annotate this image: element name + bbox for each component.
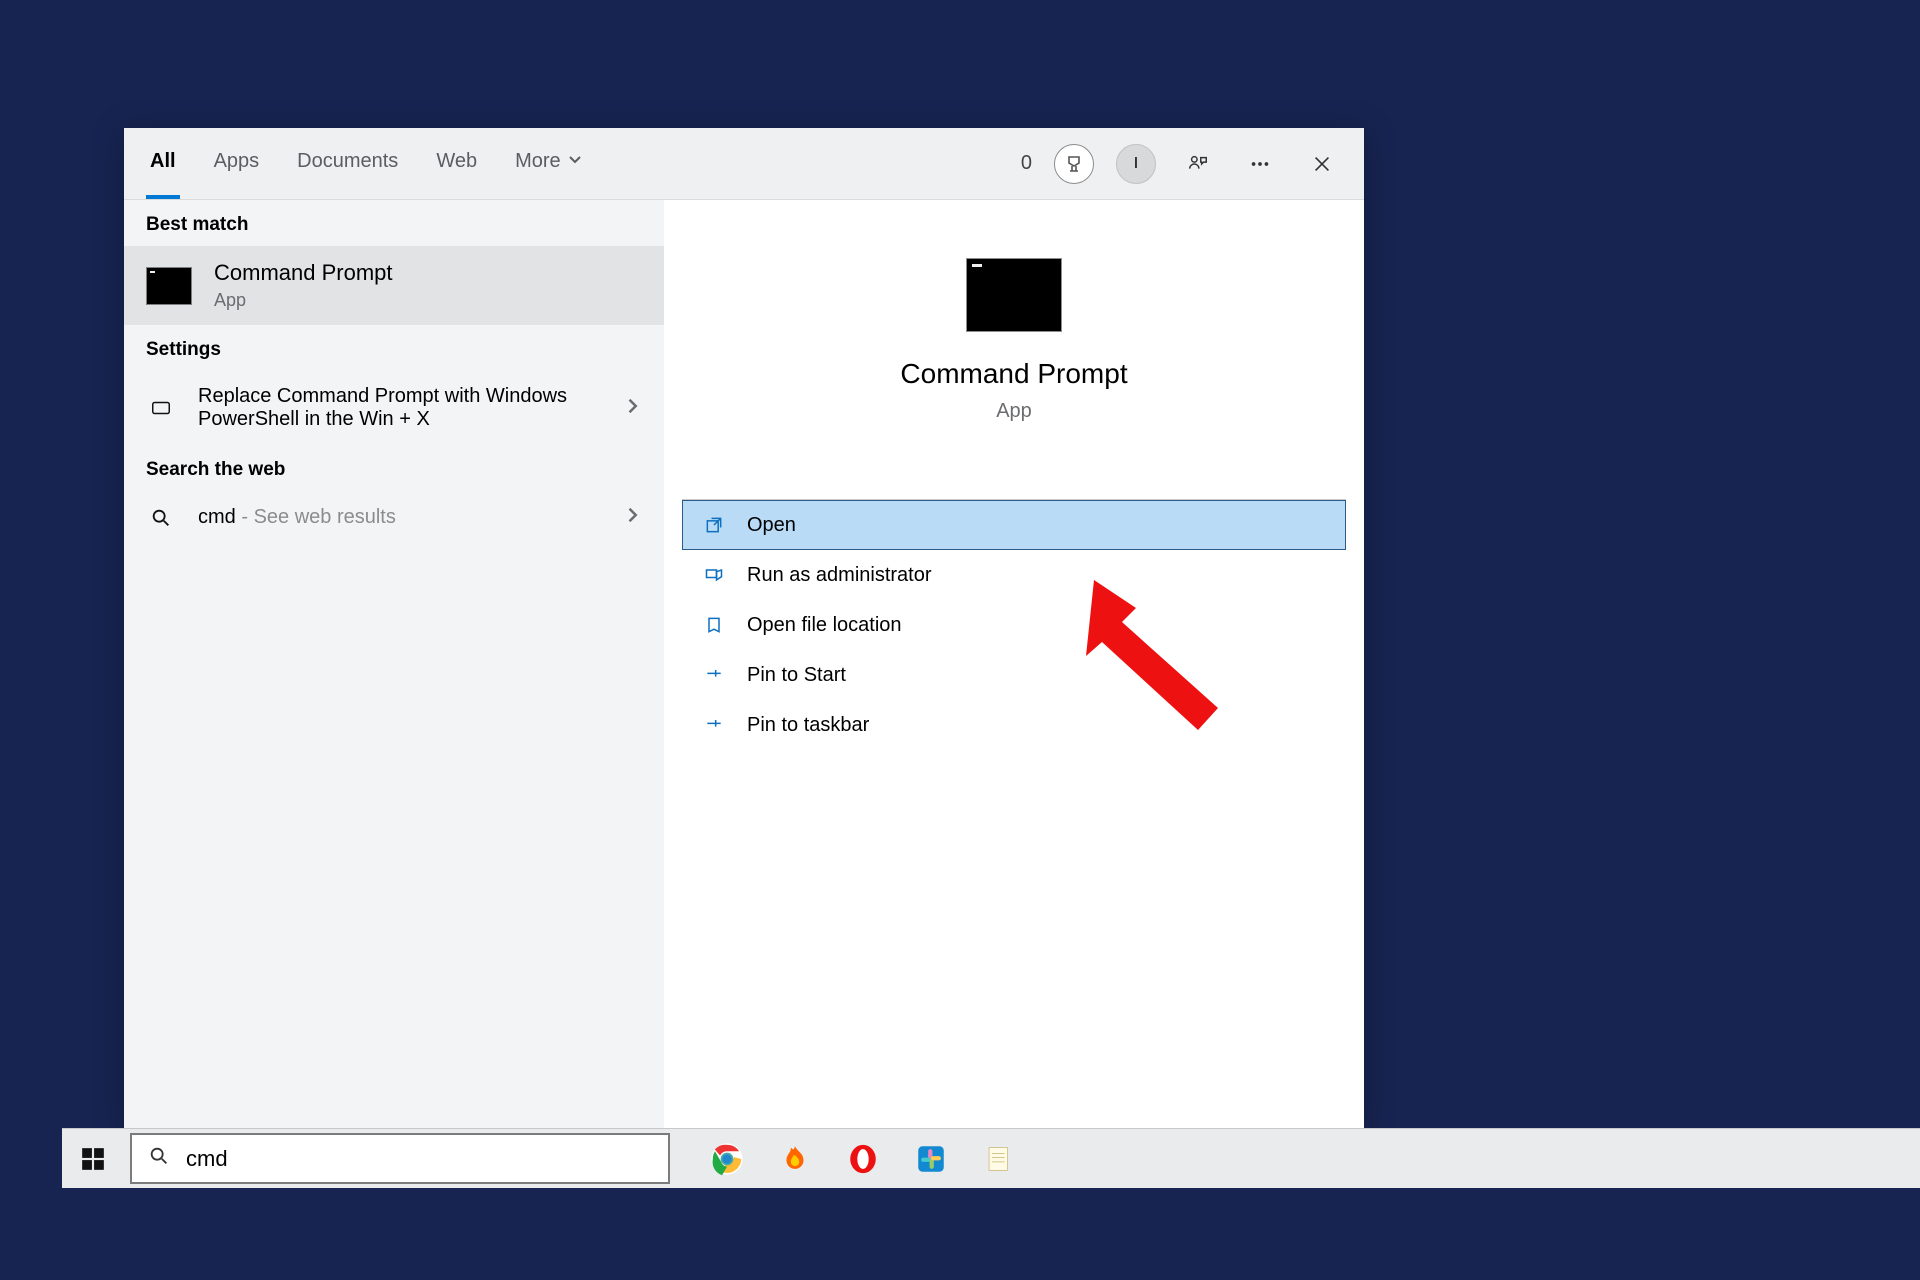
profile-initial: I [1134,155,1138,173]
folder-icon [703,615,725,635]
action-pin-to-taskbar[interactable]: Pin to taskbar [682,700,1346,750]
tab-all-label: All [150,150,176,173]
action-pin-to-start[interactable]: Pin to Start [682,650,1346,700]
action-run-as-administrator[interactable]: Run as administrator [682,550,1346,600]
pin-icon [703,665,725,685]
opera-icon[interactable] [834,1133,892,1185]
action-open[interactable]: Open [682,500,1346,550]
flame-app-icon[interactable] [766,1133,824,1185]
taskbar-icons [676,1129,1028,1188]
preview-subtitle: App [996,400,1032,423]
close-icon[interactable] [1302,144,1342,184]
web-search-text: cmd - See web results [198,506,600,529]
more-options-icon[interactable] [1240,144,1280,184]
tab-more-label: More [515,150,561,173]
search-icon [148,1145,170,1172]
preview-header: Command Prompt App [682,218,1346,443]
chrome-icon[interactable] [698,1133,756,1185]
settings-header: Settings [124,325,664,371]
tab-more[interactable]: More [511,128,587,199]
action-open-label: Open [747,514,796,537]
taskbar-search-box[interactable] [130,1133,670,1184]
best-match-header: Best match [124,200,664,246]
preview-title: Command Prompt [900,358,1127,390]
chevron-right-icon [622,505,642,530]
preview-actions: Open Run as administrator Open file loca… [682,499,1346,750]
search-icon [146,507,176,529]
tab-all[interactable]: All [146,128,180,199]
action-open-file-location[interactable]: Open file location [682,600,1346,650]
search-tabs-bar: All Apps Documents Web More 0 I [124,128,1364,200]
rewards-icon[interactable] [1054,144,1094,184]
tab-apps-label: Apps [214,150,260,173]
search-header-actions: 0 I [1021,128,1364,199]
taskbar [62,1128,1920,1188]
open-icon [703,515,725,535]
tab-web[interactable]: Web [432,128,481,199]
action-pin-taskbar-label: Pin to taskbar [747,714,869,737]
search-results-column: Best match Command Prompt App Settings R… [124,200,664,1128]
shield-icon [703,565,725,585]
rewards-count: 0 [1021,152,1032,175]
tab-apps[interactable]: Apps [210,128,264,199]
notepad-icon[interactable] [970,1133,1028,1185]
best-match-title: Command Prompt [214,260,393,286]
start-button[interactable] [62,1129,124,1188]
profile-avatar[interactable]: I [1116,144,1156,184]
preview-column: Command Prompt App Open Run as administr… [664,200,1364,1128]
settings-result-text: Replace Command Prompt with Windows Powe… [198,385,600,431]
taskbar-search-input[interactable] [186,1146,652,1172]
action-run-admin-label: Run as administrator [747,564,932,587]
command-prompt-icon [966,258,1062,332]
web-search-suffix: - See web results [236,506,396,528]
pin-icon [703,715,725,735]
tab-web-label: Web [436,150,477,173]
command-prompt-icon [146,267,192,305]
action-open-loc-label: Open file location [747,614,902,637]
search-tabs: All Apps Documents Web More [124,128,587,199]
chevron-right-icon [622,396,642,421]
tab-documents-label: Documents [297,150,398,173]
best-match-subtitle: App [214,290,393,311]
start-search-window: All Apps Documents Web More 0 I [124,128,1364,1128]
best-match-result[interactable]: Command Prompt App [124,246,664,325]
search-web-header: Search the web [124,445,664,491]
web-search-result[interactable]: cmd - See web results [124,491,664,544]
settings-icon [146,397,176,419]
feedback-icon[interactable] [1178,144,1218,184]
action-pin-start-label: Pin to Start [747,664,846,687]
best-match-texts: Command Prompt App [214,260,393,311]
chevron-down-icon [567,150,583,173]
settings-result[interactable]: Replace Command Prompt with Windows Powe… [124,371,664,445]
tab-documents[interactable]: Documents [293,128,402,199]
search-body: Best match Command Prompt App Settings R… [124,200,1364,1128]
slack-icon[interactable] [902,1133,960,1185]
web-search-term: cmd [198,506,236,528]
